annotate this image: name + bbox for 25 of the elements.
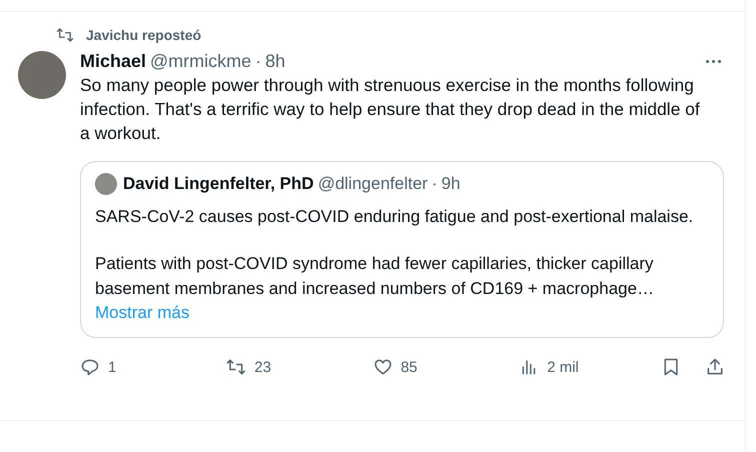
quoted-post-text: SARS-CoV-2 causes post-COVID enduring fatigue and post-exertional malaise. [95, 206, 694, 228]
repost-icon[interactable] [226, 357, 246, 377]
reposter-label: Javichu reposteó [86, 27, 202, 43]
views-count: 2 mil [547, 358, 579, 376]
author-handle: @mrmickme [150, 50, 252, 72]
quoted-post-card[interactable] [80, 161, 724, 338]
quoted-post-time: 9h [441, 174, 460, 194]
quoted-avatar [95, 173, 117, 195]
like-count: 85 [400, 358, 418, 376]
reply-icon[interactable] [80, 357, 100, 377]
heart-icon[interactable] [372, 357, 393, 377]
quoted-author-handle: @dlingenfelter [318, 174, 428, 194]
share-icon[interactable] [705, 357, 725, 377]
quoted-post-text: Patients with post-COVID syndrome had fewer capillaries, thicker capillary basement membranes and increased numbers of CD169 + macrophage… [95, 253, 655, 300]
avatar [18, 51, 66, 99]
post-text: So many people power through with strenuous exercise in the months following infection. That's a terrific way to help ensure that they drop dead in the middle of a workout. [80, 74, 701, 145]
separator-dot: · [255, 50, 262, 72]
author-name: Michael [80, 50, 146, 72]
reply-count: 1 [108, 358, 116, 376]
quoted-author-name: David Lingenfelter, PhD [123, 174, 314, 194]
show-more-link[interactable]: Mostrar más [95, 301, 190, 325]
repost-count: 23 [254, 358, 272, 376]
separator-dot: · [432, 174, 438, 194]
post-time: 8h [265, 50, 286, 72]
repost-icon [56, 26, 74, 44]
